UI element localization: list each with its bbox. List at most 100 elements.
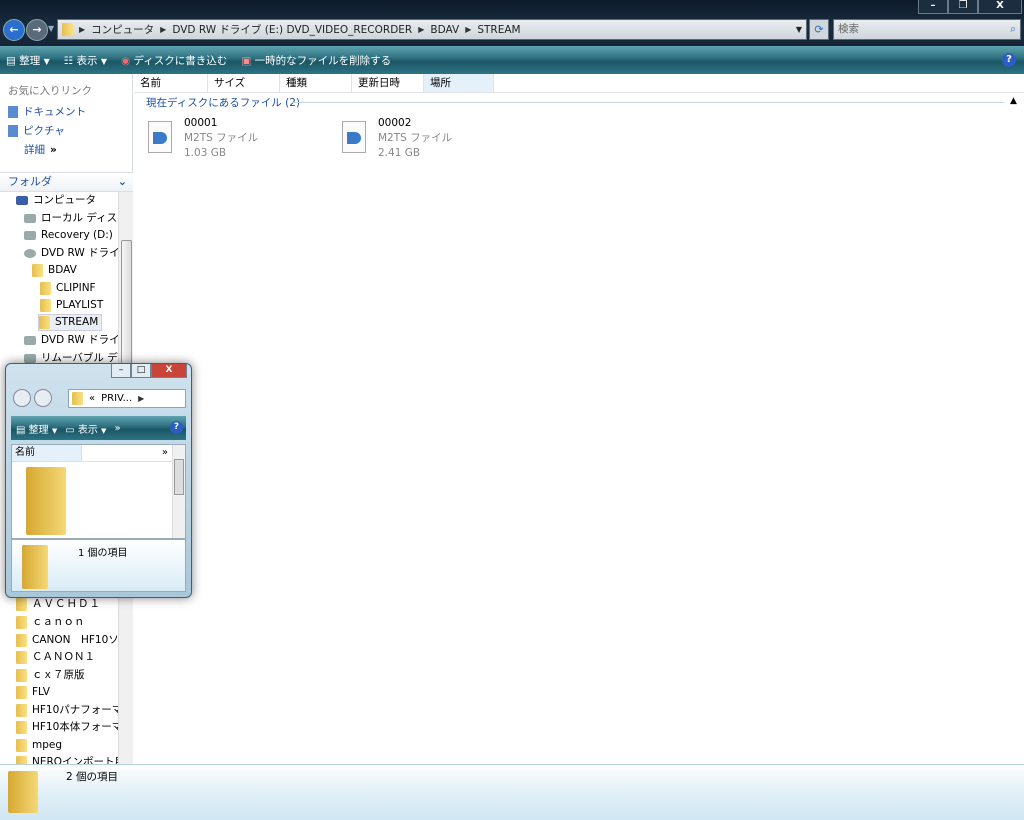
minimize-button[interactable]: –	[111, 364, 131, 378]
tree-item[interactable]: DVD RW ドライブ	[24, 245, 118, 262]
tree-item[interactable]: ＣＡＮＯＮ１	[16, 649, 95, 666]
pictures-icon	[8, 124, 18, 137]
group-header[interactable]: 現在ディスクにあるファイル (2)	[146, 95, 300, 110]
favorite-documents[interactable]: ドキュメント	[8, 104, 86, 119]
folders-header[interactable]: フォルダ ⌄	[0, 172, 133, 192]
address-dropdown[interactable]: ▼	[796, 25, 802, 34]
more-columns-button[interactable]: »	[82, 445, 172, 461]
minimize-button[interactable]: –	[918, 0, 948, 14]
documents-icon	[8, 105, 18, 118]
tree-item[interactable]: ＡＶＣＨＤ１	[16, 596, 101, 613]
tree-item[interactable]: ローカル ディスク	[24, 210, 118, 227]
column-headers: 名前 サイズ 種類 更新日時 場所	[134, 74, 1024, 93]
collapse-group-icon[interactable]: ▲	[1010, 96, 1017, 106]
breadcrumb-drive[interactable]: DVD RW ドライブ (E:) DVD_VIDEO_RECORDER	[172, 22, 412, 37]
search-input[interactable]: 検索 ⌕	[833, 19, 1021, 40]
column-size[interactable]: サイズ	[208, 74, 280, 92]
recent-pages-dropdown[interactable]: ▼	[48, 24, 54, 33]
folder-icon	[8, 771, 38, 813]
folder-icon	[22, 545, 48, 589]
secondary-explorer-window[interactable]: – □ X «PRIV... ▶ ▤ 整理 ▼ ▭ 表示 ▼ » ? 名前» 1 …	[5, 363, 192, 598]
favorite-pictures[interactable]: ピクチャ	[8, 123, 65, 138]
tree-item[interactable]: CANON HF10ソフ	[16, 632, 118, 649]
folder-icon	[16, 704, 27, 717]
file-item[interactable]: 00002 M2TS ファイル 2.41 GB	[342, 116, 452, 161]
column-location[interactable]: 場所	[424, 74, 494, 92]
media-file-icon	[342, 121, 366, 153]
dvd-icon	[24, 249, 36, 258]
folder-icon	[16, 721, 27, 734]
column-name[interactable]: 名前	[134, 74, 208, 92]
close-button[interactable]: X	[151, 364, 187, 378]
breadcrumb-bdav[interactable]: BDAV	[430, 24, 459, 36]
tree-item[interactable]: コンピュータ	[16, 192, 96, 209]
tree-item[interactable]: ｃａｎｏｎ	[16, 614, 85, 631]
folder-icon	[16, 651, 27, 664]
folder-icon	[16, 686, 27, 699]
column-modified[interactable]: 更新日時	[352, 74, 424, 92]
tree-item[interactable]: Recovery (D:)	[24, 227, 113, 244]
folder-icon	[39, 316, 50, 329]
tree-item[interactable]: HF10本体フォーマッ	[16, 719, 118, 736]
command-bar: ▤ 整理 ▼ ▭ 表示 ▼ » ?	[11, 416, 186, 440]
tree-item[interactable]: FLV	[16, 684, 50, 701]
drive-icon	[24, 231, 36, 240]
status-text: 1 個の項目	[78, 548, 128, 559]
forward-button[interactable]	[34, 389, 52, 407]
views-button[interactable]: ▭ 表示 ▼	[65, 421, 106, 436]
back-button[interactable]	[13, 389, 31, 407]
scrollbar[interactable]	[172, 445, 185, 538]
more-commands-button[interactable]: »	[114, 423, 120, 434]
address-bar[interactable]: «PRIV... ▶	[68, 389, 186, 408]
help-button[interactable]: ?	[170, 421, 183, 434]
folder-icon	[16, 756, 27, 764]
tree-item[interactable]: PLAYLIST	[40, 297, 103, 314]
breadcrumb-stream[interactable]: STREAM	[477, 24, 520, 36]
file-item[interactable]: 00001 M2TS ファイル 1.03 GB	[148, 116, 258, 161]
tree-item[interactable]: NEROインポート用	[16, 754, 118, 764]
file-list: 名前»	[11, 444, 186, 539]
delete-temp-files-button[interactable]: ▣ 一時的なファイルを削除する	[241, 53, 391, 68]
folder-icon	[32, 264, 43, 277]
close-button[interactable]: X	[978, 0, 1022, 14]
folder-icon	[40, 282, 51, 295]
tree-item[interactable]: HF10パナフォーマッ	[16, 702, 118, 719]
media-file-icon	[148, 121, 172, 153]
organize-button[interactable]: ▤ 整理 ▼	[6, 53, 50, 68]
folder-icon[interactable]	[26, 467, 66, 535]
folder-icon	[72, 392, 83, 405]
tree-item[interactable]: CLIPINF	[40, 280, 96, 297]
forward-button[interactable]: →	[26, 19, 48, 41]
back-button[interactable]: ←	[3, 19, 25, 41]
refresh-button[interactable]: ⟳	[809, 19, 829, 40]
tree-item[interactable]: ｃｘ７原版	[16, 667, 85, 684]
disc-icon: ◉	[121, 54, 131, 67]
help-button[interactable]: ?	[1002, 53, 1016, 67]
folder-icon	[16, 598, 27, 611]
restore-button[interactable]: ❐	[948, 0, 978, 14]
folder-icon	[16, 669, 27, 682]
breadcrumb-computer[interactable]: コンピュータ	[91, 22, 154, 37]
address-bar[interactable]: ▶ コンピュータ ▶ DVD RW ドライブ (E:) DVD_VIDEO_RECO…	[57, 19, 807, 40]
chevron-down-icon: ⌄	[117, 175, 127, 188]
folder-icon	[62, 23, 73, 36]
maximize-button[interactable]: □	[131, 364, 151, 378]
folder-icon	[16, 616, 27, 629]
removable-drive-icon	[24, 354, 36, 363]
tree-item[interactable]: DVD RW ドライブ	[24, 332, 118, 349]
organize-button[interactable]: ▤ 整理 ▼	[16, 421, 57, 436]
folder-icon	[16, 634, 27, 647]
status-bar: 1 個の項目	[11, 539, 186, 592]
drive-icon	[24, 214, 36, 223]
favorites-more[interactable]: 詳細»	[24, 142, 57, 157]
folder-icon	[16, 739, 27, 752]
tree-item[interactable]: BDAV	[32, 262, 77, 279]
views-button[interactable]: ☷ 表示 ▼	[64, 53, 107, 68]
tree-item-selected[interactable]: STREAM	[38, 314, 103, 331]
burn-button[interactable]: ◉ ディスクに書き込む	[121, 53, 227, 68]
tree-item[interactable]: mpeg	[16, 737, 62, 754]
column-name[interactable]: 名前	[12, 445, 82, 461]
status-text: 2 個の項目	[66, 771, 119, 783]
group-divider	[292, 102, 1004, 103]
column-type[interactable]: 種類	[280, 74, 352, 92]
